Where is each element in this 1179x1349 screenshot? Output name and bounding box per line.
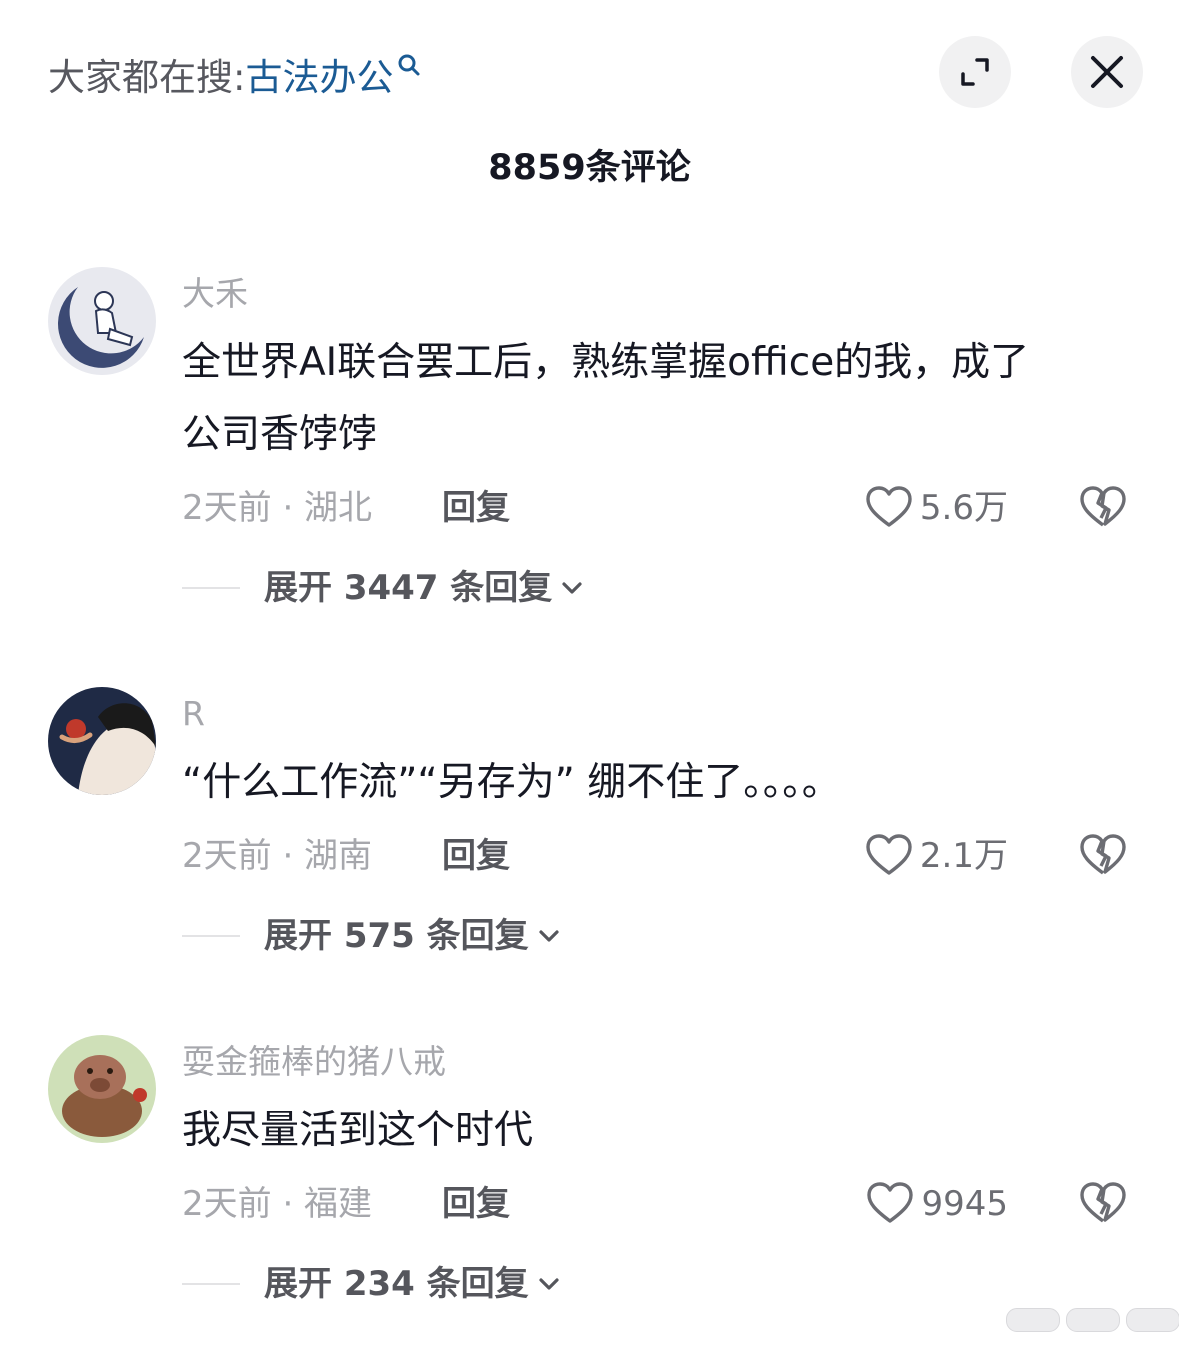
- comment-text: “什么工作流”“另存为” 绷不住了。。。。: [182, 747, 1142, 819]
- like-count: 5.6万: [919, 488, 1008, 528]
- search-icon: [397, 49, 421, 79]
- comment-meta-row: 2天前 · 湖南 回复 2.1万: [182, 831, 1142, 881]
- like-button[interactable]: 5.6万: [864, 483, 1008, 533]
- reply-button[interactable]: 回复: [442, 1179, 510, 1229]
- like-button[interactable]: 9945: [865, 1179, 1008, 1229]
- expand-replies-label: 展开 234 条回复: [264, 1264, 529, 1304]
- comments-sheet: 大家都在搜: 古法办公 8859条评论 大禾 全世界AI联合罢工后，熟练掌握of…: [0, 0, 1179, 1349]
- avatar[interactable]: [48, 687, 156, 795]
- close-button[interactable]: [1071, 36, 1143, 108]
- divider: [182, 1283, 240, 1285]
- broken-heart-icon[interactable]: [1078, 831, 1128, 881]
- divider: [182, 587, 240, 589]
- bottom-scroll-handles: [1006, 1308, 1179, 1332]
- expand-replies-button[interactable]: 展开 575 条回复: [182, 911, 563, 961]
- comment-time-location: 2天前 · 湖北: [182, 488, 373, 528]
- comment-text-line: 公司香饽饽: [182, 412, 378, 457]
- comment-text-line: 全世界AI联合罢工后，熟练掌握office的我，成了: [182, 340, 1030, 385]
- trending-search-keyword: 古法办公: [245, 56, 394, 99]
- expand-replies-button[interactable]: 展开 3447 条回复: [182, 563, 586, 613]
- chevron-down-icon: [539, 930, 559, 942]
- handle-pill: [1126, 1308, 1179, 1332]
- like-count: 2.1万: [919, 836, 1008, 876]
- sheet-header: 大家都在搜: 古法办公: [0, 0, 1179, 140]
- trending-search-link[interactable]: 大家都在搜: 古法办公: [48, 46, 421, 102]
- heart-icon: [866, 834, 912, 875]
- broken-heart-icon[interactable]: [1078, 483, 1128, 533]
- comment-username[interactable]: 耍金箍棒的猪八戒: [182, 1039, 446, 1085]
- woman-portrait-avatar: [48, 687, 156, 795]
- heart-icon: [866, 486, 912, 527]
- comment-meta-row: 2天前 · 湖北 回复 5.6万: [182, 483, 1142, 533]
- handle-pill: [1006, 1308, 1060, 1332]
- fullscreen-icon: [961, 58, 989, 86]
- chevron-down-icon: [562, 582, 582, 594]
- reply-button[interactable]: 回复: [442, 483, 510, 533]
- comment-meta-row: 2天前 · 福建 回复 9945: [182, 1179, 1142, 1229]
- handle-pill: [1066, 1308, 1120, 1332]
- comment-text-line: 我尽量活到这个时代: [182, 1108, 534, 1153]
- expand-replies-label: 展开 575 条回复: [264, 916, 529, 956]
- comment-text-line: “什么工作流”“另存为” 绷不住了。。。。: [182, 760, 841, 805]
- divider: [182, 935, 240, 937]
- comment-count-title: 8859条评论: [488, 148, 691, 188]
- comment-time-location: 2天前 · 福建: [182, 1184, 373, 1224]
- like-count: 9945: [921, 1184, 1008, 1224]
- close-icon: [1091, 56, 1123, 88]
- chevron-down-icon: [539, 1278, 559, 1290]
- avatar[interactable]: [48, 1035, 156, 1143]
- broken-heart-icon[interactable]: [1078, 1179, 1128, 1229]
- comment-username[interactable]: R: [182, 691, 205, 737]
- pig-character-avatar: [48, 1035, 156, 1143]
- reply-button[interactable]: 回复: [442, 831, 510, 881]
- expand-replies-button[interactable]: 展开 234 条回复: [182, 1259, 563, 1309]
- fullscreen-button[interactable]: [939, 36, 1011, 108]
- expand-replies-label: 展开 3447 条回复: [264, 568, 553, 608]
- comment-username[interactable]: 大禾: [182, 271, 248, 317]
- trending-search-prefix: 大家都在搜:: [48, 56, 246, 99]
- comment-time-location: 2天前 · 湖南: [182, 836, 373, 876]
- heart-icon: [867, 1182, 914, 1223]
- avatar[interactable]: [48, 267, 156, 375]
- like-button[interactable]: 2.1万: [864, 831, 1008, 881]
- comment-text: 全世界AI联合罢工后，熟练掌握office的我，成了 公司香饽饽: [182, 327, 1142, 471]
- astronaut-on-moon-avatar: [48, 267, 156, 375]
- comment-text: 我尽量活到这个时代: [182, 1095, 1142, 1167]
